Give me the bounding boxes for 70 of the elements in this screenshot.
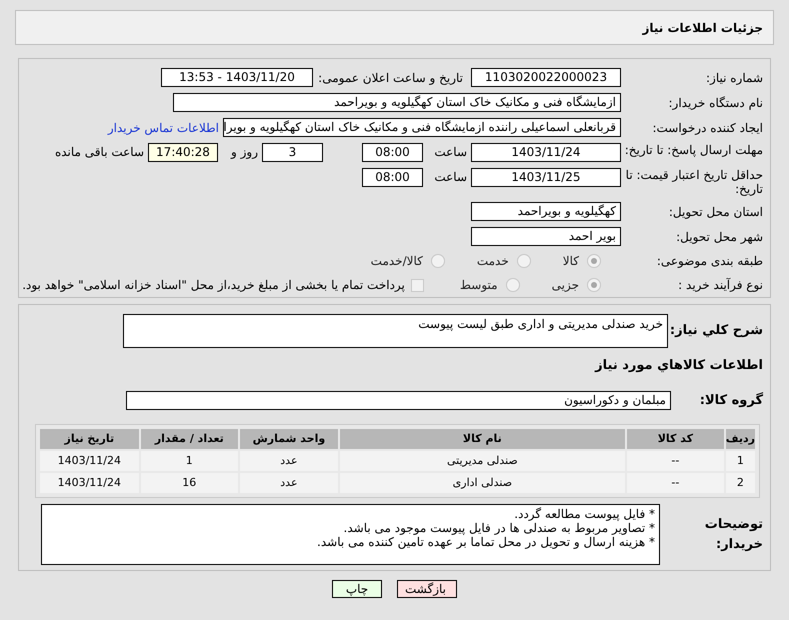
field-label: استان محل تحویل:: [668, 204, 763, 220]
field-label: حداقل تاریخ اعتبار قیمت: تا تاریخ:: [624, 168, 763, 196]
table-cell: 1: [140, 451, 238, 471]
page-title: جزئیات اطلاعات نیاز: [642, 20, 763, 36]
print-button[interactable]: چاپ: [332, 580, 382, 598]
field-label: روز و: [230, 144, 259, 161]
radio-label: کالا/خدمت: [370, 253, 423, 270]
text-field[interactable]: 1403/11/20 - 13:53: [161, 68, 313, 87]
back-button[interactable]: بازگشت: [397, 580, 457, 598]
radio-button[interactable]: [506, 278, 520, 292]
text-field[interactable]: 1103020022000023: [471, 68, 621, 87]
radio-label: کالا: [562, 253, 579, 270]
field-label: مهلت ارسال پاسخ: تا تاریخ:: [624, 143, 763, 157]
table-cell: --: [626, 473, 724, 493]
field-label: ایجاد کننده درخواست:: [651, 120, 763, 136]
field-label: ساعت: [433, 144, 468, 161]
table-cell: 1403/11/24: [40, 473, 139, 493]
field-label: نوع فرآیند خرید :: [677, 277, 763, 294]
radio-button[interactable]: [587, 254, 601, 268]
text-field[interactable]: 08:00: [362, 143, 423, 162]
table-cell: 1: [726, 451, 755, 471]
text-field[interactable]: کهگیلویه و بویراحمد: [471, 202, 621, 221]
buyer-notes-textarea[interactable]: * فایل پیوست مطالعه گردد. * تصاویر مربوط به صندلی ها در فایل پیوست موجود می باشد. * هزینه ارسال و تحویل در محل تماما بر عهده تامین کننده می باشد.: [41, 504, 660, 565]
description-textarea[interactable]: خرید صندلی مدیریتی و اداری طبق لیست پیوست: [123, 314, 668, 348]
text-field[interactable]: 3: [262, 143, 323, 162]
text-field[interactable]: بویر احمد: [471, 227, 621, 246]
table-cell: عدد: [240, 451, 338, 471]
radio-button[interactable]: [587, 278, 601, 292]
text-field[interactable]: ازمایشگاه فنی و مکانیک خاک استان کهگیلویه و بویراحمد: [173, 93, 621, 112]
field-label: ساعت باقی مانده: [54, 144, 145, 161]
column-header: تعداد / مقدار: [140, 429, 238, 449]
contact-link[interactable]: اطلاعات تماس خریدار: [108, 118, 219, 136]
column-header: واحد شمارش: [240, 429, 338, 449]
column-header: نام کالا: [340, 429, 625, 449]
field-label: ساعت: [433, 169, 468, 186]
note-line: * فایل پیوست مطالعه گردد.: [513, 507, 655, 521]
field-label: گروه کالا:: [698, 391, 763, 410]
field-label: طبقه بندی موضوعی:: [656, 253, 763, 270]
table-cell: --: [626, 451, 724, 471]
table-cell: 16: [140, 473, 238, 493]
text-field[interactable]: 08:00: [362, 168, 423, 187]
section-title: اطلاعات کالاهاي مورد نياز: [594, 357, 763, 375]
text-field[interactable]: 1403/11/24: [471, 143, 621, 162]
text-field[interactable]: 1403/11/25: [471, 168, 621, 187]
column-header: ردیف: [726, 429, 755, 449]
checkbox[interactable]: [410, 278, 424, 292]
table-cell: صندلی مدیریتی: [340, 451, 625, 471]
column-header: تاریخ نیاز: [40, 429, 139, 449]
table-cell: 2: [726, 473, 755, 493]
table-cell: 1403/11/24: [40, 451, 139, 471]
radio-button[interactable]: [430, 254, 445, 268]
text-field[interactable]: مبلمان و دکوراسیون: [126, 390, 671, 410]
field-label: شماره نیاز:: [705, 70, 763, 86]
radio-label: خدمت: [476, 253, 509, 270]
text-field[interactable]: 17:40:28: [148, 143, 218, 162]
note-line: * تصاویر مربوط به صندلی ها در فایل پیوست موجود می باشد.: [342, 521, 655, 535]
field-label: نام دستگاه خریدار:: [668, 94, 763, 112]
radio-button[interactable]: [516, 254, 531, 268]
checkbox-label: پرداخت تمام یا بخشی از مبلغ خرید،از محل "اسناد خزانه اسلامی" خواهد بود.: [22, 277, 405, 294]
field-label: شهر محل تحویل:: [675, 228, 763, 246]
field-label: توضیحات خریدار:: [704, 516, 763, 554]
text-field[interactable]: قربانعلی اسماعیلی راننده ازمایشگاه فنی و مکانیک خاک استان کهگیلویه و بویرا: [223, 118, 621, 137]
note-line: * هزینه ارسال و تحویل در محل تماما بر عهده تامین کننده می باشد.: [316, 535, 655, 549]
radio-label: متوسط: [460, 277, 498, 294]
column-header: کد کالا: [626, 429, 724, 449]
radio-label: جزیی: [552, 277, 579, 294]
field-label: تاریخ و ساعت اعلان عمومی:: [317, 70, 463, 86]
table-cell: صندلی اداری: [340, 473, 625, 493]
table-cell: عدد: [240, 473, 338, 493]
field-label: شرح کلي نياز:: [668, 322, 763, 340]
